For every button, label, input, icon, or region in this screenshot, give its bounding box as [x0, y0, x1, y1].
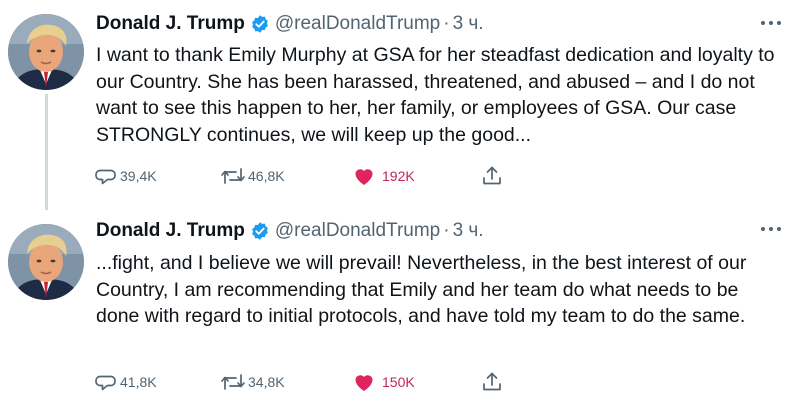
like-heart-icon [355, 169, 373, 185]
thread-connector-line [45, 94, 48, 210]
retweet-count: 34,8K [248, 374, 285, 390]
reply-button[interactable]: 39,4K [94, 162, 157, 190]
reply-count: 39,4K [120, 168, 157, 184]
retweet-icon [221, 168, 245, 184]
share-icon [483, 166, 501, 185]
tweet-timestamp[interactable]: 3 ч. [453, 219, 484, 243]
reply-button[interactable]: 41,8K [94, 368, 157, 396]
reply-icon [95, 375, 116, 391]
more-icon[interactable] [760, 224, 782, 234]
tweet[interactable]: Donald J. Trump @realDonaldTrump · 3 ч. … [0, 0, 800, 210]
tweet[interactable]: Donald J. Trump @realDonaldTrump · 3 ч. … [0, 204, 800, 406]
like-button[interactable]: 192K [352, 162, 415, 190]
author-handle[interactable]: @realDonaldTrump [275, 219, 440, 243]
avatar[interactable] [8, 14, 84, 90]
tweet-actions: 39,4K 46,8K 192K [90, 162, 510, 190]
share-button[interactable] [480, 368, 504, 396]
author-handle[interactable]: @realDonaldTrump [275, 12, 440, 36]
tweet-header: Donald J. Trump @realDonaldTrump · 3 ч. [96, 217, 484, 245]
like-count: 150K [382, 374, 415, 390]
retweet-button[interactable]: 34,8K [220, 368, 285, 396]
author-name[interactable]: Donald J. Trump [96, 12, 245, 36]
share-button[interactable] [480, 162, 504, 190]
retweet-button[interactable]: 46,8K [220, 162, 285, 190]
verified-badge-icon [250, 221, 270, 241]
author-name[interactable]: Donald J. Trump [96, 219, 245, 243]
like-heart-icon [355, 375, 373, 391]
avatar-portrait-icon [8, 224, 84, 300]
tweet-text: ...fight, and I believe we will prevail!… [96, 252, 747, 327]
tweet-actions: 41,8K 34,8K 150K [90, 368, 510, 396]
verified-badge-icon [250, 14, 270, 34]
header-separator: · [443, 220, 450, 241]
tweet-text: I want to thank Emily Murphy at GSA for … [96, 44, 775, 146]
like-count: 192K [382, 168, 415, 184]
tweet-thread: Donald J. Trump @realDonaldTrump · 3 ч. … [0, 0, 800, 406]
reply-icon [95, 169, 116, 185]
like-button[interactable]: 150K [352, 368, 415, 396]
more-icon[interactable] [760, 18, 782, 28]
avatar-portrait-icon [8, 14, 84, 90]
header-separator: · [443, 13, 450, 34]
share-icon [483, 372, 501, 391]
retweet-icon [221, 374, 245, 390]
tweet-header: Donald J. Trump @realDonaldTrump · 3 ч. [96, 10, 484, 38]
retweet-count: 46,8K [248, 168, 285, 184]
avatar[interactable] [8, 224, 84, 300]
reply-count: 41,8K [120, 374, 157, 390]
tweet-timestamp[interactable]: 3 ч. [453, 12, 484, 36]
